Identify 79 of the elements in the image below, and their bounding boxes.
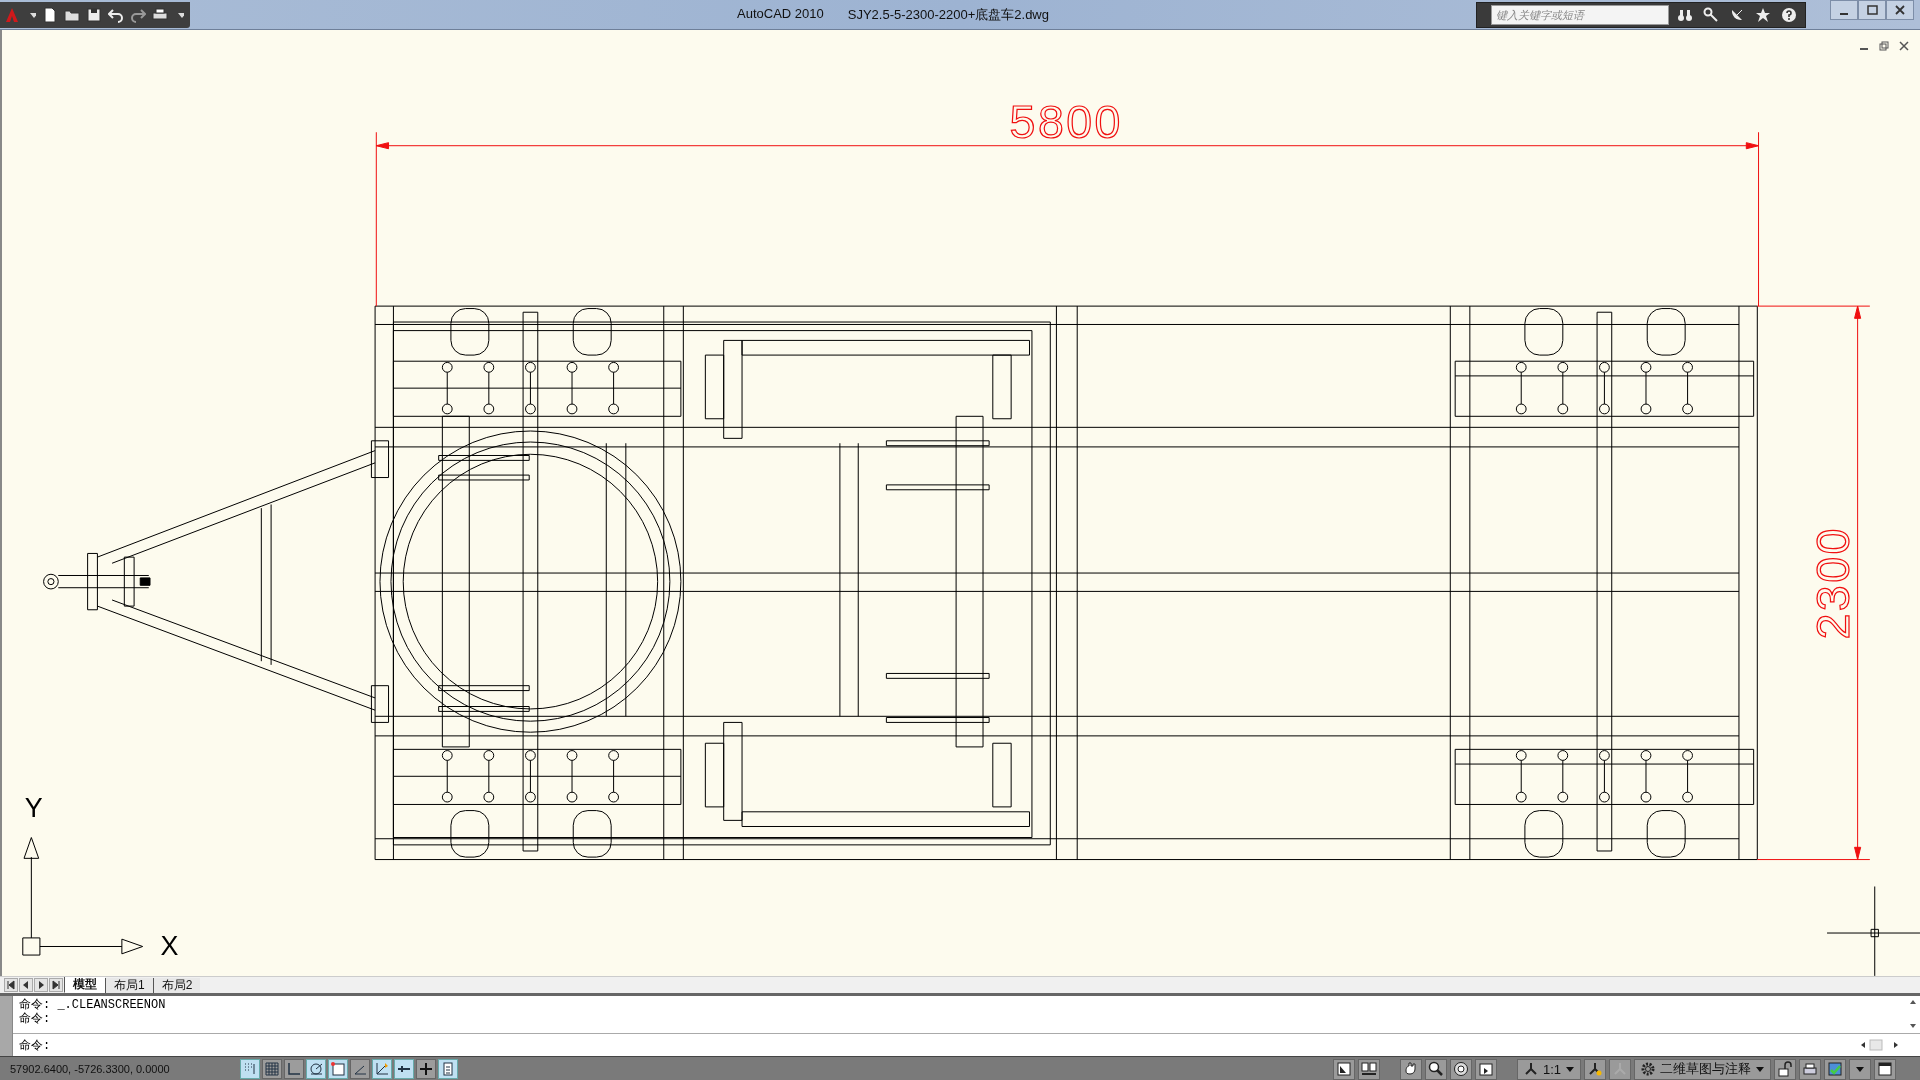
lock-button[interactable] — [1774, 1058, 1796, 1080]
dynamic-ucs-icon — [374, 1061, 390, 1077]
workspace-button[interactable]: 二维草图与注释 — [1634, 1058, 1771, 1080]
printer-icon[interactable] — [152, 6, 168, 23]
close-icon[interactable] — [1893, 3, 1907, 17]
lock-icon — [1777, 1061, 1793, 1077]
caret-icon — [1755, 1064, 1765, 1074]
annotation-scale-button[interactable]: 1:1 — [1516, 1058, 1581, 1080]
plus-icon — [418, 1061, 434, 1077]
auto-scale-icon — [1612, 1061, 1628, 1077]
command-history-line: 命令: _.CLEANSCREENON — [19, 998, 167, 1012]
zoom-button[interactable] — [1424, 1058, 1447, 1080]
command-history-line: 命令: — [19, 1012, 52, 1026]
status-toggle-button[interactable] — [284, 1059, 304, 1079]
annotation-scale-label: 1:1 — [1542, 1061, 1561, 1077]
command-prompt: 命令: — [19, 1037, 51, 1054]
help-icon[interactable] — [1781, 6, 1797, 23]
checkmark-button[interactable] — [1824, 1058, 1846, 1080]
checkmark-icon — [1827, 1061, 1843, 1077]
ucs-axes-icon — [22, 837, 144, 956]
layout-tab[interactable]: 布局2 — [152, 977, 201, 993]
app-title: AutoCAD 2010 — [737, 5, 824, 23]
next-icon[interactable] — [34, 978, 48, 992]
layout-icon — [1360, 1061, 1377, 1077]
status-toggle-button[interactable] — [262, 1059, 282, 1079]
show-motion-button[interactable] — [1474, 1058, 1497, 1080]
model-button[interactable] — [1332, 1058, 1355, 1080]
show-motion-icon — [1477, 1061, 1494, 1077]
model-icon — [1335, 1061, 1352, 1077]
gear-icon — [1640, 1061, 1656, 1077]
status-toggle-button[interactable] — [350, 1059, 370, 1079]
printer-button[interactable] — [1799, 1058, 1821, 1080]
status-toggle-button[interactable] — [416, 1059, 436, 1079]
previous-icon[interactable] — [19, 978, 33, 992]
object-snap-icon — [330, 1061, 346, 1077]
restore-icon[interactable] — [1878, 40, 1890, 52]
layout-button[interactable] — [1357, 1058, 1380, 1080]
status-toggle-button[interactable] — [328, 1059, 348, 1079]
calculator-icon — [440, 1061, 456, 1077]
caret-button[interactable] — [1849, 1058, 1871, 1080]
clean-screen-icon — [1877, 1061, 1893, 1077]
caret-icon — [1565, 1064, 1575, 1074]
status-toggle-button[interactable] — [240, 1059, 260, 1079]
clean-screen-button[interactable] — [1874, 1058, 1896, 1080]
status-toggle-button[interactable] — [306, 1059, 326, 1079]
annotation-visibility-icon — [1587, 1061, 1603, 1077]
grip-handle[interactable] — [0, 996, 13, 1056]
file-title: SJY2.5-5-2300-2200+底盘车2.dwg — [847, 5, 1049, 24]
annotation-visibility-button[interactable] — [1584, 1058, 1606, 1080]
crosshair-cursor-icon — [1826, 886, 1920, 976]
last-page-icon[interactable] — [49, 978, 63, 992]
grid-icon — [264, 1061, 280, 1077]
workspace-label: 二维草图与注释 — [1660, 1060, 1751, 1078]
steering-wheel-icon — [1452, 1061, 1469, 1077]
close-icon[interactable] — [1898, 40, 1910, 52]
axis-label: Y — [24, 792, 43, 823]
polar-icon — [308, 1061, 324, 1077]
layout-tab[interactable]: 布局1 — [105, 977, 153, 993]
dimension-text: 2300 — [1807, 526, 1860, 640]
maximize-icon[interactable] — [1865, 3, 1879, 17]
ortho-icon — [286, 1061, 302, 1077]
search-field[interactable]: 键入关键字或短语 — [1491, 4, 1669, 25]
snap-icon — [242, 1061, 258, 1077]
status-toggle-button[interactable] — [372, 1059, 392, 1079]
first-page-icon[interactable] — [4, 978, 18, 992]
star-icon[interactable] — [1755, 6, 1771, 23]
redo-icon[interactable] — [130, 6, 146, 23]
zoom-icon — [1427, 1061, 1444, 1077]
layout-tab[interactable]: 模型 — [64, 977, 105, 993]
printer-icon — [1802, 1061, 1818, 1077]
dimension-text: 5800 — [1009, 96, 1123, 149]
axis-label: X — [160, 931, 179, 962]
save-icon[interactable] — [86, 6, 102, 23]
status-toggle-button[interactable] — [438, 1059, 458, 1079]
status-toggle-button[interactable] — [394, 1059, 414, 1079]
coordinates-readout: 57902.6400, -5726.3300, 0.0000 — [9, 1063, 171, 1075]
undo-icon[interactable] — [108, 6, 124, 23]
new-file-icon[interactable] — [42, 6, 58, 23]
steering-wheel-button[interactable] — [1449, 1058, 1472, 1080]
